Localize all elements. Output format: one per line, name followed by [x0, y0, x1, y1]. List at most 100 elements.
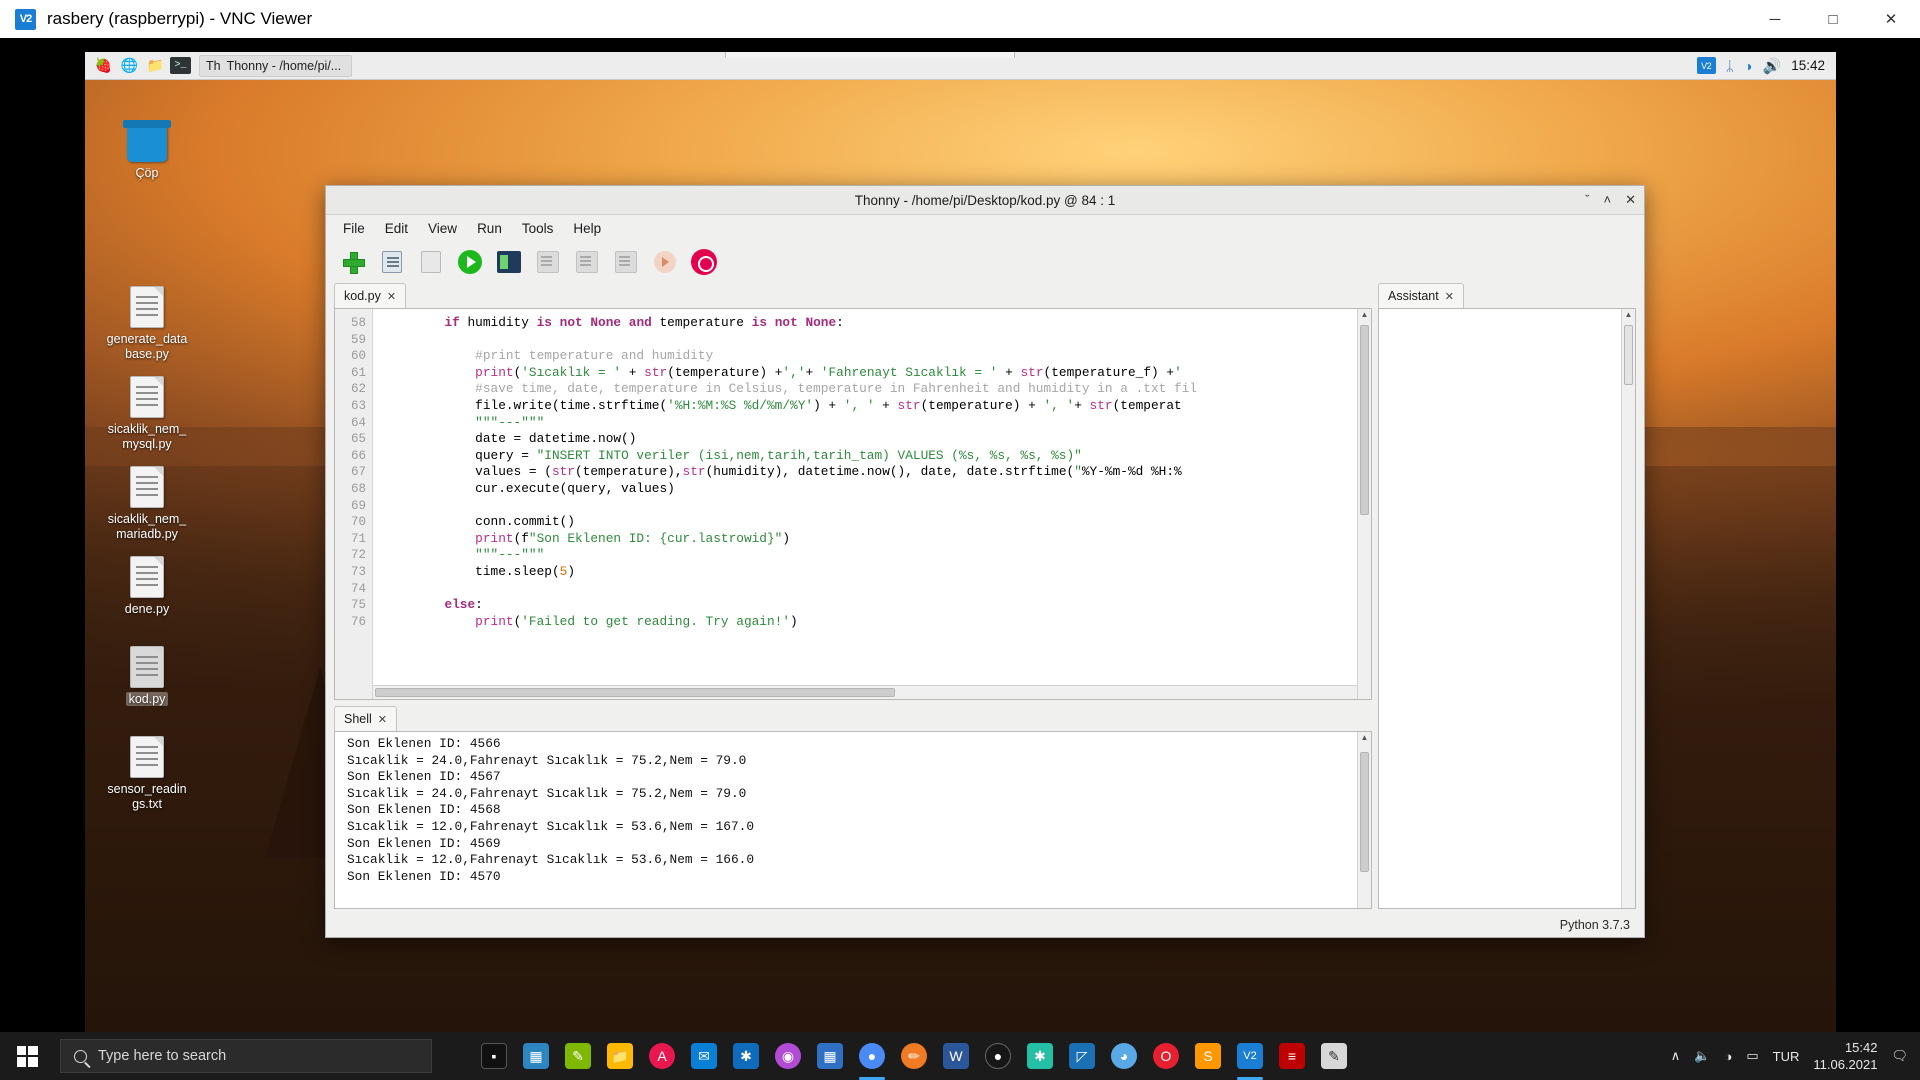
file-explorer-icon[interactable]: 📁 — [604, 1039, 636, 1073]
photos-icon[interactable]: ◸ — [1066, 1039, 1098, 1073]
pi-clock[interactable]: 15:42 — [1791, 58, 1825, 73]
thonny-close-button[interactable]: ✕ — [1625, 192, 1636, 208]
vnc-logo-icon: V2 — [15, 8, 36, 30]
desktop-icon-generate-database[interactable]: generate_data base.py — [95, 282, 199, 362]
raspberry-pi-desktop[interactable]: 🍓 🌐 📁 >_ Th Thonny - /home/pi/... V2 ᛦ ◑… — [85, 52, 1836, 1038]
menu-edit[interactable]: Edit — [376, 218, 417, 239]
menu-view[interactable]: View — [419, 218, 466, 239]
close-icon[interactable]: ✕ — [378, 713, 387, 726]
debug-button[interactable] — [492, 246, 526, 278]
network-icon[interactable]: ◑ — [1725, 1049, 1733, 1064]
desktop-icon-sicaklik-nem-mysql[interactable]: sicaklik_nem_ mysql.py — [95, 372, 199, 452]
new-file-button[interactable] — [336, 246, 370, 278]
step-over-button[interactable] — [531, 246, 565, 278]
media-player-icon[interactable]: ◉ — [772, 1039, 804, 1073]
vnc-minimize-button[interactable]: ─ — [1746, 0, 1804, 38]
taskbar-task-thonny[interactable]: Th Thonny - /home/pi/... — [199, 54, 353, 77]
vnc-maximize-button[interactable]: □ — [1804, 0, 1862, 38]
desktop-icon-kod[interactable]: kod.py — [95, 642, 199, 707]
search-placeholder: Type here to search — [98, 1048, 227, 1064]
language-indicator[interactable]: TUR — [1773, 1049, 1800, 1064]
vnc-close-button[interactable]: ✕ — [1862, 0, 1920, 38]
shell-output-text[interactable]: Son Eklenen ID: 4566 Sıcaklik = 24.0,Fah… — [335, 732, 1357, 908]
close-icon[interactable]: ✕ — [387, 290, 396, 303]
close-icon[interactable]: ✕ — [1445, 290, 1454, 303]
menu-help[interactable]: Help — [564, 218, 610, 239]
step-into-button[interactable] — [570, 246, 604, 278]
word-icon[interactable]: W — [940, 1039, 972, 1073]
load-file-button[interactable] — [375, 246, 409, 278]
thonny-task-label: Thonny - /home/pi/... — [226, 58, 342, 73]
editor-horizontal-scrollbar[interactable] — [373, 685, 1357, 699]
tab-assistant[interactable]: Assistant ✕ — [1378, 283, 1464, 308]
taskbar-clock[interactable]: 15:42 11.06.2021 — [1813, 1039, 1877, 1073]
vnc-viewer-icon[interactable]: V2 — [1234, 1039, 1266, 1080]
menu-file[interactable]: File — [334, 218, 374, 239]
tab-label: Shell — [344, 712, 372, 726]
vscode-icon[interactable]: ✱ — [730, 1039, 762, 1073]
assistant-pane[interactable]: ▲ — [1378, 308, 1636, 909]
scrollbar-thumb[interactable] — [375, 688, 895, 697]
vnc-server-tray-icon[interactable]: V2 — [1696, 57, 1716, 74]
translator-icon[interactable]: A — [646, 1039, 678, 1073]
assistant-tabstrip: Assistant ✕ — [1378, 283, 1636, 308]
save-file-button[interactable] — [414, 246, 448, 278]
opera-icon[interactable]: O — [1150, 1039, 1182, 1073]
volume-icon[interactable]: 🔈 — [1694, 1048, 1710, 1064]
browser-icon[interactable]: ◕ — [1108, 1039, 1140, 1073]
stop-button[interactable] — [687, 246, 721, 278]
resume-button[interactable] — [648, 246, 682, 278]
web-browser-icon[interactable]: 🌐 — [118, 55, 141, 76]
scroll-up-icon[interactable]: ▲ — [1361, 732, 1369, 744]
filezilla-icon[interactable]: ≡ — [1276, 1039, 1308, 1073]
bluetooth-icon[interactable]: ᛦ — [1726, 58, 1734, 74]
volume-icon[interactable]: 🔊 — [1763, 57, 1782, 75]
thonny-task-icon: Th — [206, 58, 221, 73]
chrome-icon[interactable]: ● — [856, 1039, 888, 1080]
desktop-icon-trash[interactable]: Çöp — [95, 116, 199, 181]
assistant-vertical-scrollbar[interactable]: ▲ — [1621, 309, 1635, 908]
menu-run[interactable]: Run — [468, 218, 511, 239]
terminal-icon[interactable]: >_ — [170, 57, 191, 74]
code-text-area[interactable]: if humidity is not None and temperature … — [373, 309, 1357, 685]
scrollbar-thumb[interactable] — [1624, 325, 1633, 385]
desktop-icon-sicaklik-nem-mariadb[interactable]: sicaklik_nem_ mariadb.py — [95, 462, 199, 542]
calculator-icon[interactable]: ▦ — [520, 1039, 552, 1073]
shell-vertical-scrollbar[interactable]: ▲ — [1357, 732, 1371, 908]
wifi-icon[interactable]: ◑ — [1744, 58, 1752, 74]
thonny-window[interactable]: Thonny - /home/pi/Desktop/kod.py @ 84 : … — [325, 185, 1645, 938]
chevron-up-icon[interactable]: ∧ — [1671, 1048, 1681, 1064]
menu-tools[interactable]: Tools — [513, 218, 563, 239]
paint-icon[interactable]: ✏ — [898, 1039, 930, 1073]
notifications-icon[interactable]: 🗨 — [1891, 1048, 1908, 1064]
tab-kod-py[interactable]: kod.py ✕ — [334, 283, 407, 308]
scrollbar-thumb[interactable] — [1360, 752, 1369, 872]
scroll-up-icon[interactable]: ▲ — [1625, 309, 1633, 321]
github-icon[interactable]: ● — [982, 1039, 1014, 1073]
mail-icon[interactable]: ✉ — [688, 1039, 720, 1073]
start-button[interactable] — [0, 1032, 54, 1080]
code-editor-pane[interactable]: 58 59 60 61 62 63 64 65 66 67 68 69 70 7… — [334, 308, 1372, 700]
editor-vertical-scrollbar[interactable]: ▲ — [1357, 309, 1371, 699]
editor-icon[interactable]: ✎ — [1318, 1039, 1350, 1073]
vscode-insiders-icon[interactable]: ✱ — [1024, 1039, 1056, 1073]
sublime-icon[interactable]: S — [1192, 1039, 1224, 1073]
battery-icon[interactable]: ▭ — [1746, 1048, 1758, 1064]
file-manager-icon[interactable]: 📁 — [144, 55, 167, 76]
calendar-icon[interactable]: ▦ — [814, 1039, 846, 1073]
task-view-icon[interactable]: ▪ — [478, 1039, 510, 1073]
scroll-up-icon[interactable]: ▲ — [1361, 309, 1369, 321]
raspberry-menu-icon[interactable]: 🍓 — [92, 55, 115, 76]
step-out-button[interactable] — [609, 246, 643, 278]
desktop-icon-sensor-readings[interactable]: sensor_readin gs.txt — [95, 732, 199, 812]
scrollbar-thumb[interactable] — [1360, 325, 1369, 515]
thonny-minimize-button[interactable]: ˇ — [1585, 192, 1589, 208]
search-input[interactable]: Type here to search — [60, 1039, 432, 1073]
shell-pane[interactable]: Son Eklenen ID: 4566 Sıcaklik = 24.0,Fah… — [334, 731, 1372, 909]
thonny-maximize-button[interactable]: ˄ — [1604, 192, 1612, 208]
tab-label: kod.py — [344, 289, 381, 303]
run-button[interactable] — [453, 246, 487, 278]
desktop-icon-dene[interactable]: dene.py — [95, 552, 199, 617]
tab-shell[interactable]: Shell ✕ — [334, 706, 398, 731]
notes-icon[interactable]: ✎ — [562, 1039, 594, 1073]
